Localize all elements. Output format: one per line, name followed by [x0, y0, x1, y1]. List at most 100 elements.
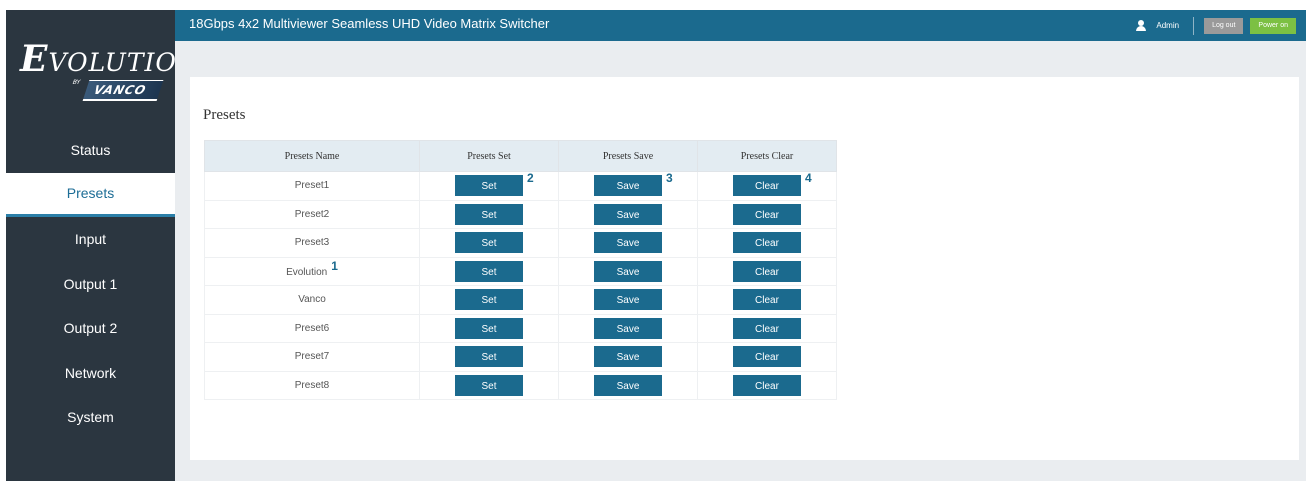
- preset-set-cell: Set 2: [419, 171, 559, 201]
- callout-save: 3: [666, 171, 673, 186]
- preset-save-cell: Save: [558, 256, 698, 286]
- preset-clear-cell: Clear: [697, 313, 837, 343]
- preset-save-cell: Save: [558, 285, 698, 315]
- preset-set-cell: Set: [419, 228, 559, 258]
- sidebar-item-input[interactable]: Input: [6, 217, 175, 262]
- table-row: Preset8 Set Save Clear: [204, 370, 837, 400]
- preset-set-cell: Set: [419, 342, 559, 372]
- preset-set-cell: Set: [419, 285, 559, 315]
- preset-set-button[interactable]: Set: [455, 317, 523, 339]
- page-title: Presets: [203, 107, 246, 123]
- preset-clear-button[interactable]: Clear: [733, 317, 801, 339]
- preset-clear-cell: Clear: [697, 199, 837, 229]
- save-wrap: Save 3: [594, 171, 673, 197]
- preset-clear-button[interactable]: Clear: [733, 203, 801, 225]
- preset-save-cell: Save: [558, 313, 698, 343]
- preset-set-button[interactable]: Set: [455, 346, 523, 368]
- table-row: Preset6 Set Save Clear: [204, 313, 837, 343]
- preset-clear-button[interactable]: Clear: [733, 260, 801, 282]
- header-user-area: Admin Log out Power on: [1136, 10, 1296, 41]
- preset-set-cell: Set: [419, 199, 559, 229]
- table-row: Preset7 Set Save Clear: [204, 342, 837, 372]
- sidebar-item-network[interactable]: Network: [6, 351, 175, 396]
- presets-panel: Presets Presets Name Presets Set Presets…: [190, 77, 1299, 460]
- preset-name[interactable]: Preset2: [295, 209, 329, 220]
- logo-wordmark: EVOLUTION: [20, 38, 200, 80]
- logout-button[interactable]: Log out: [1204, 17, 1244, 34]
- preset-save-cell: Save: [558, 370, 698, 400]
- preset-clear-button[interactable]: Clear: [733, 232, 801, 254]
- preset-save-button[interactable]: Save: [594, 289, 662, 311]
- sidebar-item-output-1[interactable]: Output 1: [6, 262, 175, 307]
- table-row: Vanco Set Save Clear: [204, 285, 837, 315]
- preset-save-cell: Save: [558, 342, 698, 372]
- preset-name-cell: Preset3: [204, 228, 420, 258]
- preset-save-button[interactable]: Save: [594, 203, 662, 225]
- callout-name: 1: [331, 259, 338, 274]
- table-row: Preset1 Set 2 Save 3 Clear 4: [204, 171, 837, 201]
- set-wrap: Set 2: [455, 171, 534, 197]
- preset-save-button[interactable]: Save: [594, 346, 662, 368]
- power-on-button[interactable]: Power on: [1250, 17, 1296, 34]
- preset-name[interactable]: Preset8: [295, 380, 329, 391]
- sidebar-item-status[interactable]: Status: [6, 128, 175, 173]
- preset-name[interactable]: Evolution: [286, 267, 327, 278]
- preset-save-button[interactable]: Save: [594, 374, 662, 396]
- preset-set-cell: Set: [419, 370, 559, 400]
- sidebar-item-output-2[interactable]: Output 2: [6, 306, 175, 351]
- preset-save-button[interactable]: Save: [594, 175, 662, 197]
- brand-logo: EVOLUTION BY VANCO: [6, 10, 199, 125]
- sidebar-item-system[interactable]: System: [6, 395, 175, 440]
- logo-sub-text: VANCO: [91, 83, 149, 97]
- preset-save-button[interactable]: Save: [594, 317, 662, 339]
- callout-clear: 4: [805, 171, 812, 186]
- preset-set-button[interactable]: Set: [455, 289, 523, 311]
- preset-set-cell: Set: [419, 313, 559, 343]
- preset-set-button[interactable]: Set: [455, 374, 523, 396]
- sidebar: EVOLUTION BY VANCO Status Presets Input O…: [6, 10, 199, 481]
- preset-name-cell: Preset8: [204, 370, 420, 400]
- table-row: Preset2 Set Save Clear: [204, 199, 837, 229]
- preset-clear-cell: Clear: [697, 342, 837, 372]
- table-row: Evolution 1 Set Save Clear: [204, 256, 837, 286]
- header-divider: [1193, 16, 1195, 35]
- column-header-clear: Presets Clear: [697, 140, 837, 172]
- preset-set-button[interactable]: Set: [455, 203, 523, 225]
- preset-set-button[interactable]: Set: [455, 260, 523, 282]
- user-name: Admin: [1156, 21, 1180, 30]
- preset-save-button[interactable]: Save: [594, 232, 662, 254]
- preset-clear-cell: Clear: [697, 370, 837, 400]
- preset-set-button[interactable]: Set: [455, 175, 523, 197]
- preset-name-cell: Preset2: [204, 199, 420, 229]
- preset-clear-cell: Clear: [697, 256, 837, 286]
- sidebar-item-presets[interactable]: Presets: [6, 172, 175, 217]
- preset-set-button[interactable]: Set: [455, 232, 523, 254]
- preset-clear-button[interactable]: Clear: [733, 289, 801, 311]
- device-title: 18Gbps 4x2 Multiviewer Seamless UHD Vide…: [189, 16, 550, 31]
- preset-name[interactable]: Preset3: [295, 237, 329, 248]
- preset-clear-button[interactable]: Clear: [733, 175, 801, 197]
- preset-name[interactable]: Preset1: [295, 180, 329, 191]
- preset-clear-cell: Clear: [697, 228, 837, 258]
- preset-name[interactable]: Preset6: [295, 323, 329, 334]
- preset-name-cell: Preset1: [204, 171, 420, 201]
- preset-clear-cell: Clear 4: [697, 171, 837, 201]
- preset-save-button[interactable]: Save: [594, 260, 662, 282]
- column-header-name: Presets Name: [204, 140, 420, 172]
- preset-name-cell: Preset7: [204, 342, 420, 372]
- clear-wrap: Clear 4: [733, 171, 812, 197]
- sidebar-nav: Status Presets Input Output 1 Output 2 N…: [6, 128, 175, 440]
- preset-name-cell: Vanco: [204, 285, 420, 315]
- column-header-set: Presets Set: [419, 140, 559, 172]
- preset-clear-button[interactable]: Clear: [733, 346, 801, 368]
- preset-name-cell: Evolution 1: [204, 256, 420, 286]
- app-window: EVOLUTION BY VANCO Status Presets Input O…: [0, 0, 1314, 481]
- table-header-row: Presets Name Presets Set Presets Save Pr…: [204, 140, 837, 172]
- table-row: Preset3 Set Save Clear: [204, 228, 837, 258]
- logo-initial: E: [20, 38, 49, 80]
- preset-name[interactable]: Preset7: [295, 351, 329, 362]
- column-header-save: Presets Save: [558, 140, 698, 172]
- preset-clear-cell: Clear: [697, 285, 837, 315]
- preset-clear-button[interactable]: Clear: [733, 374, 801, 396]
- preset-name[interactable]: Vanco: [298, 294, 326, 305]
